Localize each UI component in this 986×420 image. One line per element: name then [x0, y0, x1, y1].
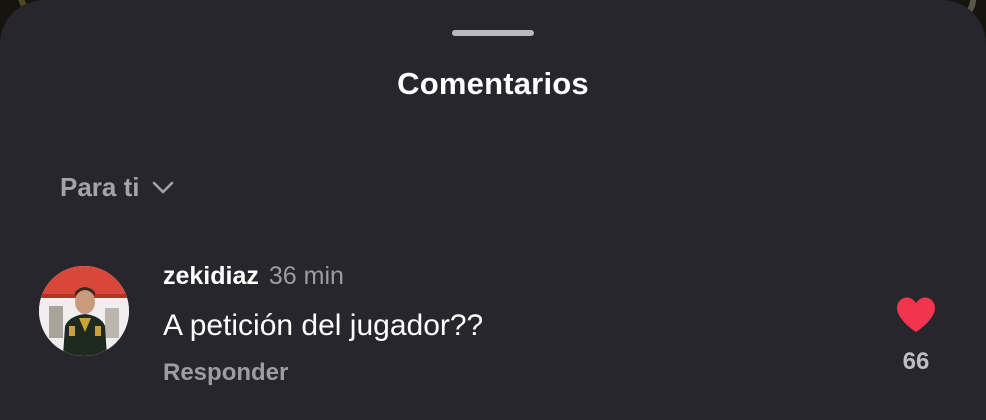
- drag-handle[interactable]: [452, 30, 534, 36]
- like-count: 66: [902, 348, 930, 375]
- sort-filter-dropdown[interactable]: Para ti: [60, 172, 176, 203]
- comment-meta: zekidiaz 36 min: [163, 262, 483, 294]
- sort-filter-label: Para ti: [60, 172, 140, 202]
- avatar[interactable]: [39, 266, 129, 356]
- comment-item: zekidiaz 36 min A petición del jugador??…: [163, 262, 483, 387]
- chevron-down-icon: [152, 181, 173, 193]
- comment-text: A petición del jugador??: [163, 309, 484, 342]
- comments-sheet: Comentarios Para ti zekidiaz 36 min A pe…: [0, 0, 986, 420]
- like-button[interactable]: 66: [890, 296, 942, 376]
- comment-username[interactable]: zekidiaz: [163, 262, 259, 291]
- comment-timestamp: 36 min: [268, 262, 344, 290]
- sheet-title: Comentarios: [397, 66, 589, 101]
- heart-icon: [897, 297, 935, 332]
- avatar-image: [39, 266, 129, 356]
- reply-button[interactable]: Responder: [163, 359, 483, 387]
